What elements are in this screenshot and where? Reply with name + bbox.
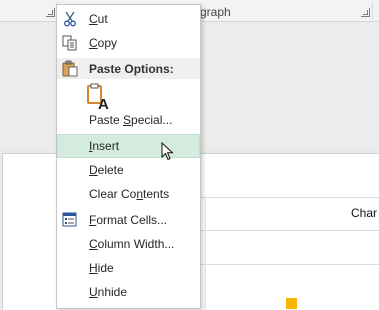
menu-item-label-rest: pecial... [131, 113, 173, 127]
menu-item-paste-special[interactable]: Paste Special... [57, 109, 200, 131]
menu-item-clear-contents[interactable]: Clear Contents [57, 183, 200, 205]
menu-item-format-cells[interactable]: Format Cells... [57, 209, 200, 231]
paste-keep-text-only-icon[interactable]: A [87, 83, 111, 113]
format-cells-icon [61, 212, 79, 228]
menu-item-unhide[interactable]: Unhide [57, 281, 200, 303]
menu-item-label: Hide [89, 261, 114, 275]
paste-clipboard-icon [61, 60, 79, 77]
menu-item-label: Format Cells... [89, 213, 168, 227]
menu-item-label: Insert [89, 139, 120, 153]
scissors-icon [61, 11, 79, 27]
menu-item-cut[interactable]: Cut [57, 8, 200, 30]
menu-item-delete[interactable]: Delete [57, 159, 200, 181]
copy-icon [61, 35, 79, 51]
menu-item-label-rest: olumn Width... [97, 237, 175, 251]
menu-item-label: Clear Contents [89, 187, 170, 201]
menu-item-label: Unhide [89, 285, 128, 299]
menu-item-hide[interactable]: Hide [57, 257, 200, 279]
ribbon-separator [372, 2, 373, 20]
menu-item-copy[interactable]: Copy [57, 32, 200, 54]
menu-item-label-rest: ide [97, 261, 114, 275]
menu-item-label: Paste Special... [89, 113, 173, 127]
menu-item-label: Cut [89, 12, 108, 26]
chart-mark [286, 298, 297, 309]
menu-item-insert[interactable]: Insert [57, 134, 200, 158]
column-header-text: Char [351, 206, 378, 220]
grid-line [200, 197, 379, 198]
menu-item-label-rest: nsert [92, 139, 120, 153]
grid-line [200, 230, 379, 231]
menu-item-label-rest: ut [97, 12, 108, 26]
menu-item-column-width[interactable]: Column Width... [57, 233, 200, 255]
menu-item-label-rest: opy [97, 36, 118, 50]
menu-item-label-rest: tents [143, 187, 170, 201]
dialog-launcher-icon[interactable] [361, 8, 370, 17]
mouse-pointer-icon [161, 141, 175, 162]
menu-item-label-rest: nhide [97, 285, 128, 299]
grid-line [205, 197, 206, 309]
ribbon-group-label: graph [200, 5, 231, 19]
context-menu: Cut Copy Paste Options: A Paste Special.… [56, 4, 201, 309]
menu-item-label: Column Width... [89, 237, 175, 251]
paste-options-header: Paste Options: [57, 58, 200, 79]
paste-options-label: Paste Options: [89, 62, 174, 76]
menu-item-label: Delete [89, 163, 124, 177]
dialog-launcher-icon[interactable] [46, 8, 55, 17]
menu-item-label-rest: elete [97, 163, 124, 177]
menu-item-label-rest: ormat Cells... [96, 213, 168, 227]
menu-item-label: Copy [89, 36, 118, 50]
grid-line [200, 264, 379, 265]
